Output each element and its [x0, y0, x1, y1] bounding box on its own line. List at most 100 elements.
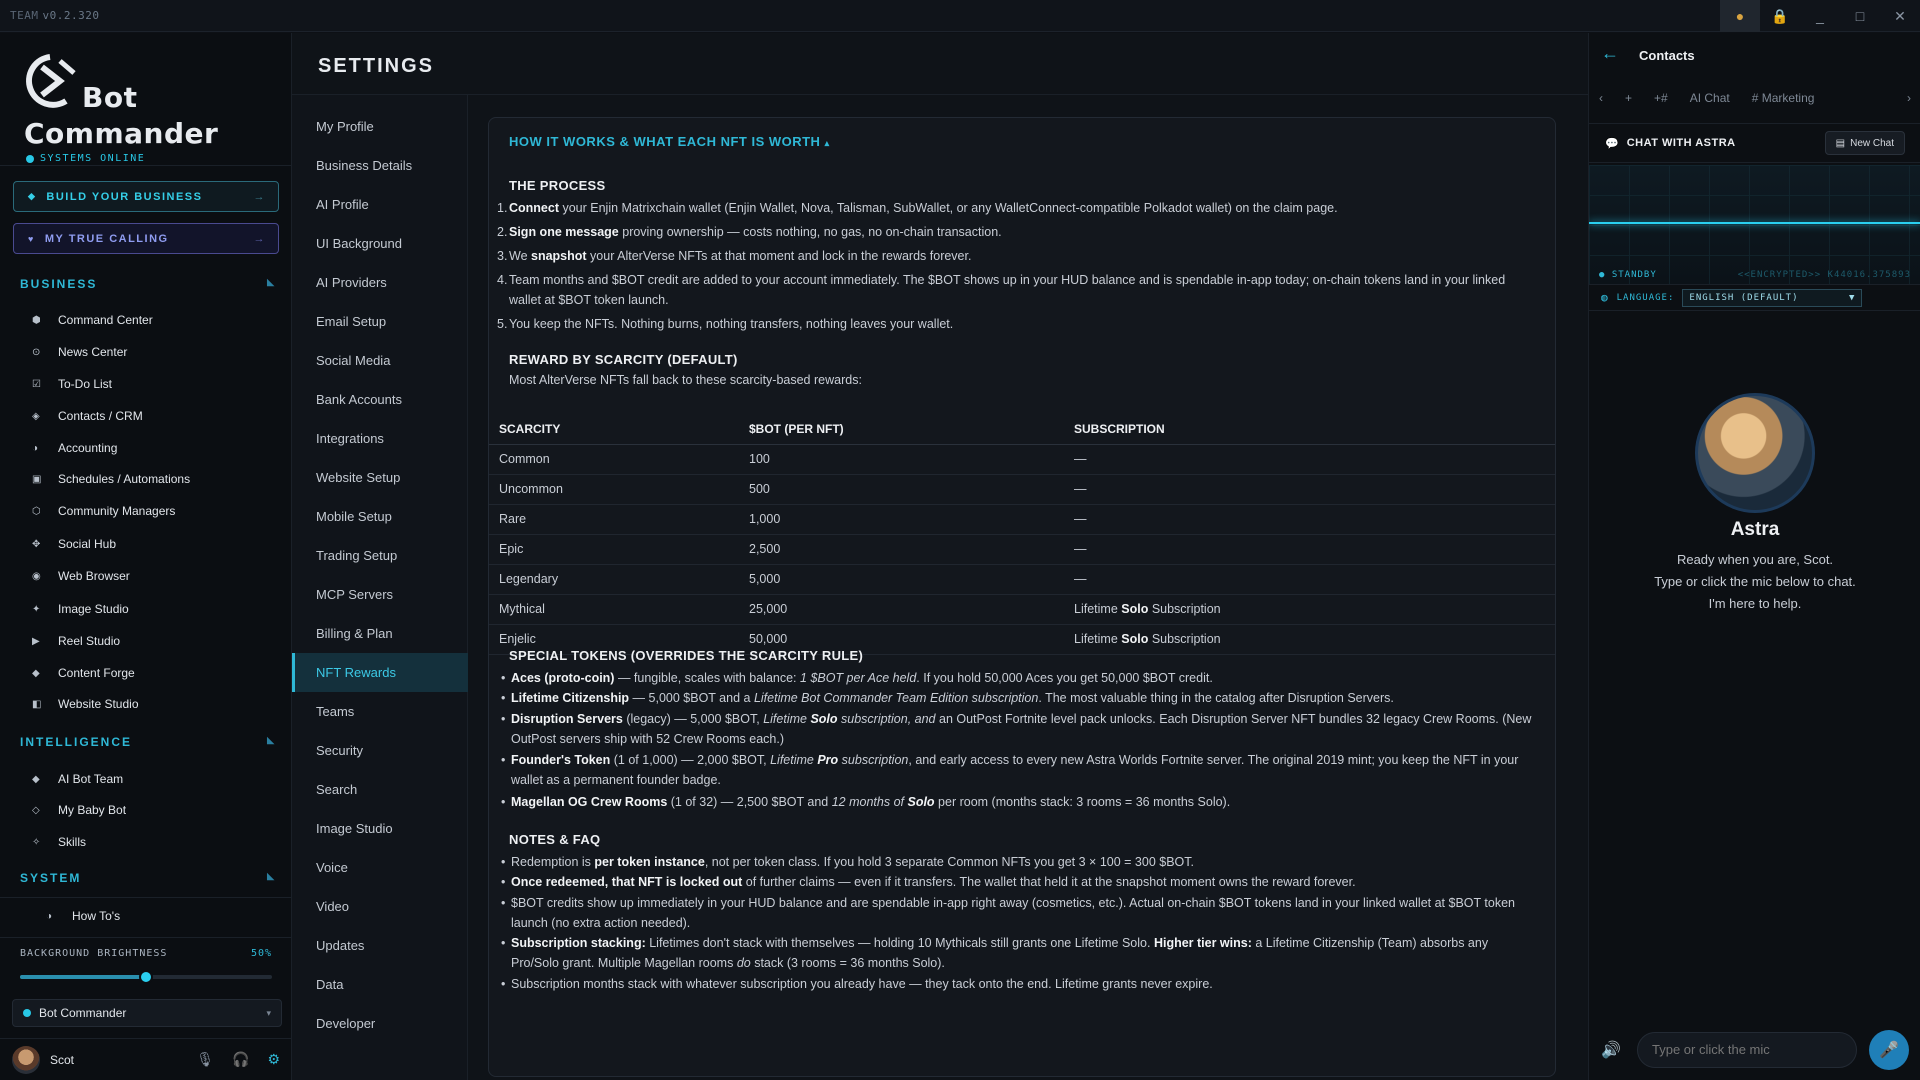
process-step: 3. We snapshot your AlterVerse NFTs at th… [497, 249, 972, 263]
nav-command-center[interactable]: ⬢ Command Center [32, 313, 153, 327]
tab-voice[interactable]: Voice [292, 848, 468, 887]
col-subscription: SUBSCRIPTION [1064, 414, 1555, 445]
tab-billing-plan[interactable]: Billing & Plan [292, 614, 468, 653]
mic-button[interactable]: 🎤 [1869, 1029, 1909, 1070]
tab-data[interactable]: Data [292, 965, 468, 1004]
tab-video[interactable]: Video [292, 887, 468, 926]
nav-social-hub[interactable]: ✥ Social Hub [32, 537, 116, 551]
nav-reel-studio[interactable]: ▶ Reel Studio [32, 634, 120, 648]
tab-nft-rewards[interactable]: NFT Rewards [292, 653, 468, 692]
nav-web-browser[interactable]: ◉ Web Browser [32, 569, 130, 583]
build-business-button[interactable]: ◆ BUILD YOUR BUSINESS → [13, 181, 279, 212]
sparkle-icon: ✦ [32, 603, 41, 615]
tab-marketing[interactable]: # Marketing [1752, 91, 1815, 105]
nav-community-managers[interactable]: ⬡ Community Managers [32, 504, 175, 518]
table-row: Mythical 25,000 Lifetime Solo Subscription [489, 594, 1555, 625]
tab-developer[interactable]: Developer [292, 1004, 468, 1043]
microphone-icon[interactable]: 🎙 [196, 1051, 214, 1068]
tab-mobile-setup[interactable]: Mobile Setup [292, 497, 468, 536]
tab-mcp-servers[interactable]: MCP Servers [292, 575, 468, 614]
chat-input[interactable] [1637, 1031, 1857, 1068]
bot-name: Astra [1730, 519, 1780, 540]
checkbox-icon: ☑ [32, 378, 41, 390]
workspace-dot-icon [23, 1009, 31, 1017]
nav-accounting[interactable]: ◑ Accounting [32, 441, 117, 455]
close-icon[interactable]: ✕ [1880, 0, 1920, 32]
tab-social-media[interactable]: Social Media [292, 341, 468, 380]
true-calling-button[interactable]: ♥ MY TRUE CALLING → [13, 223, 279, 254]
table-row: Epic 2,500— [489, 534, 1555, 565]
globe-icon: ◍ [1601, 291, 1609, 304]
nav-skills[interactable]: ✧ Skills [32, 835, 86, 849]
tab-trading-setup[interactable]: Trading Setup [292, 536, 468, 575]
settings-nav: My Profile Business Details AI Profile U… [292, 95, 468, 1080]
collapse-icon[interactable]: ◣ [267, 735, 276, 749]
tab-scroll-left-icon[interactable]: ‹ [1599, 91, 1603, 105]
back-arrow-icon[interactable]: ← [1601, 43, 1619, 64]
nav-image-studio[interactable]: ✦ Image Studio [32, 602, 129, 616]
minimize-icon[interactable]: _ [1800, 0, 1840, 32]
tab-new-channel[interactable]: +# [1654, 91, 1668, 105]
maximize-icon[interactable]: □ [1840, 0, 1880, 32]
nav-schedules[interactable]: ▣ Schedules / Automations [32, 472, 190, 486]
section-business[interactable]: BUSINESS ◣ [20, 277, 276, 291]
process-step: 5. You keep the NFTs. Nothing burns, noth… [497, 317, 954, 331]
reward-description: Most AlterVerse NFTs fall back to these … [509, 373, 862, 387]
nav-my-baby-bot[interactable]: ◇ My Baby Bot [32, 803, 126, 817]
tab-my-profile[interactable]: My Profile [292, 107, 468, 146]
brightness-slider[interactable] [20, 970, 272, 984]
col-scarcity: SCARCITY [489, 414, 739, 445]
tab-image-studio[interactable]: Image Studio [292, 809, 468, 848]
tab-scroll-right-icon[interactable]: › [1907, 91, 1911, 105]
special-tokens-heading: SPECIAL TOKENS (OVERRIDES THE SCARCITY R… [509, 648, 864, 663]
special-token-item: • Founder's Token (1 of 1,000) — 2,000 $B… [501, 753, 1519, 787]
nav-how-tos[interactable]: ◑ How To's [46, 909, 120, 923]
avatar[interactable] [12, 1045, 40, 1074]
faq-item: • Subscription stacking: Lifetimes don't … [501, 936, 1489, 970]
tab-search[interactable]: Search [292, 770, 468, 809]
tab-ai-chat[interactable]: AI Chat [1690, 91, 1730, 105]
settings-header: SETTINGS [292, 33, 1588, 95]
trash-icon: ▤ [1835, 137, 1846, 149]
collapse-icon[interactable]: ◣ [267, 277, 276, 291]
tab-integrations[interactable]: Integrations [292, 419, 468, 458]
nav-news-center[interactable]: ⊙ News Center [32, 345, 127, 359]
language-select[interactable]: ENGLISH (DEFAULT) ▼ [1682, 288, 1863, 307]
tab-ui-background[interactable]: UI Background [292, 224, 468, 263]
card-title[interactable]: HOW IT WORKS & WHAT EACH NFT IS WORTH ▴ [509, 134, 830, 149]
tab-business-details[interactable]: Business Details [292, 146, 468, 185]
new-chat-button[interactable]: ▤ New Chat [1824, 131, 1905, 155]
nav-todo-list[interactable]: ☑ To-Do List [32, 377, 112, 391]
section-intelligence[interactable]: INTELLIGENCE ◣ [20, 735, 276, 749]
collapse-caret-icon[interactable]: ▴ [825, 138, 830, 148]
nav-content-forge[interactable]: ◆ Content Forge [32, 666, 135, 680]
theme-toggle-icon[interactable]: ● [1720, 0, 1760, 32]
tab-website-setup[interactable]: Website Setup [292, 458, 468, 497]
tab-teams[interactable]: Teams [292, 692, 468, 731]
brand-line1: Bot [82, 81, 138, 114]
lock-icon[interactable]: 🔒 [1760, 0, 1800, 32]
tab-new[interactable]: + [1625, 91, 1632, 105]
workspace-select[interactable]: Bot Commander ▾ [12, 999, 282, 1027]
settings-content: HOW IT WORKS & WHAT EACH NFT IS WORTH ▴ … [468, 95, 1588, 1080]
website-icon: ◧ [32, 698, 42, 710]
speaker-icon[interactable]: 🔊 [1601, 1040, 1625, 1060]
slider-handle[interactable] [139, 970, 153, 984]
process-step: 2. Sign one message proving ownership — c… [497, 225, 1002, 239]
nav-website-studio[interactable]: ◧ Website Studio [32, 697, 139, 711]
gear-icon[interactable]: ⚙ [267, 1051, 280, 1068]
tab-email-setup[interactable]: Email Setup [292, 302, 468, 341]
tab-updates[interactable]: Updates [292, 926, 468, 965]
nav-contacts-crm[interactable]: ◈ Contacts / CRM [32, 409, 143, 423]
tab-ai-providers[interactable]: AI Providers [292, 263, 468, 302]
headphones-icon[interactable]: 🎧 [232, 1051, 249, 1068]
section-system[interactable]: SYSTEM ◣ [20, 871, 276, 885]
collapse-icon[interactable]: ◣ [267, 871, 276, 885]
tab-ai-profile[interactable]: AI Profile [292, 185, 468, 224]
tab-bank-accounts[interactable]: Bank Accounts [292, 380, 468, 419]
tab-security[interactable]: Security [292, 731, 468, 770]
bot-team-icon: ◆ [32, 773, 40, 785]
table-row: Legendary 5,000— [489, 564, 1555, 595]
chat-panel: ← Contacts ‹ + +# AI Chat # Marketing › … [1588, 33, 1920, 1080]
nav-ai-bot-team[interactable]: ◆ AI Bot Team [32, 772, 123, 786]
